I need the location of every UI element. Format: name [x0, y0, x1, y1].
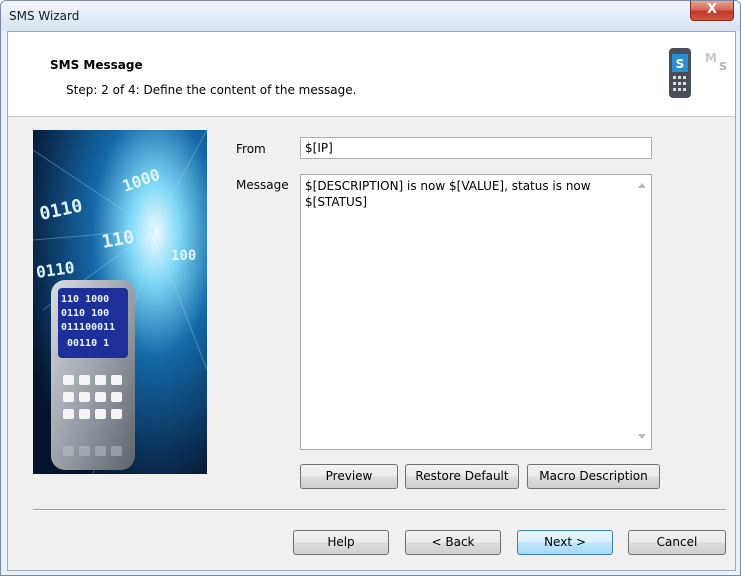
binary-phone-illustration: 0110 1000 110 0110 100 110 1000 0110 100…	[33, 130, 207, 474]
close-button[interactable]: X	[690, 1, 734, 21]
phone-sms-icon: S M S	[669, 48, 727, 98]
footer-separator	[33, 509, 726, 511]
scroll-down-icon[interactable]	[638, 434, 646, 439]
preview-button[interactable]: Preview	[300, 464, 398, 489]
message-textarea[interactable]: $[DESCRIPTION] is now $[VALUE], status i…	[300, 174, 652, 450]
svg-text:100: 100	[171, 248, 196, 264]
cancel-button[interactable]: Cancel	[628, 530, 726, 555]
window-title: SMS Wizard	[9, 9, 80, 23]
dialog-client-area: SMS Message Step: 2 of 4: Define the con…	[7, 31, 736, 571]
message-scrollbar[interactable]	[634, 175, 651, 449]
sms-wizard-window: SMS Wizard X SMS Message Step: 2 of 4: D…	[0, 0, 741, 576]
page-title: SMS Message	[50, 58, 143, 72]
title-bar[interactable]: SMS Wizard X	[1, 1, 740, 31]
back-button[interactable]: < Back	[405, 530, 501, 555]
from-label: From	[236, 142, 266, 156]
svg-text:S: S	[676, 57, 685, 71]
next-button[interactable]: Next >	[517, 530, 613, 555]
svg-text:011100011: 011100011	[61, 322, 115, 333]
message-label: Message	[236, 178, 289, 192]
message-text: $[DESCRIPTION] is now $[VALUE], status i…	[305, 179, 591, 209]
svg-text:M: M	[705, 51, 717, 65]
wizard-header: SMS Message Step: 2 of 4: Define the con…	[8, 32, 735, 117]
from-field[interactable]	[300, 137, 652, 159]
scroll-up-icon[interactable]	[638, 183, 646, 188]
page-subtitle: Step: 2 of 4: Define the content of the …	[66, 83, 357, 97]
help-button[interactable]: Help	[293, 530, 389, 555]
macro-description-button[interactable]: Macro Description	[527, 464, 660, 489]
svg-text:00110 1: 00110 1	[67, 338, 109, 349]
svg-text:110 1000: 110 1000	[61, 294, 109, 305]
restore-default-button[interactable]: Restore Default	[405, 464, 519, 489]
svg-text:0110 100: 0110 100	[61, 308, 109, 319]
svg-text:S: S	[719, 60, 727, 73]
